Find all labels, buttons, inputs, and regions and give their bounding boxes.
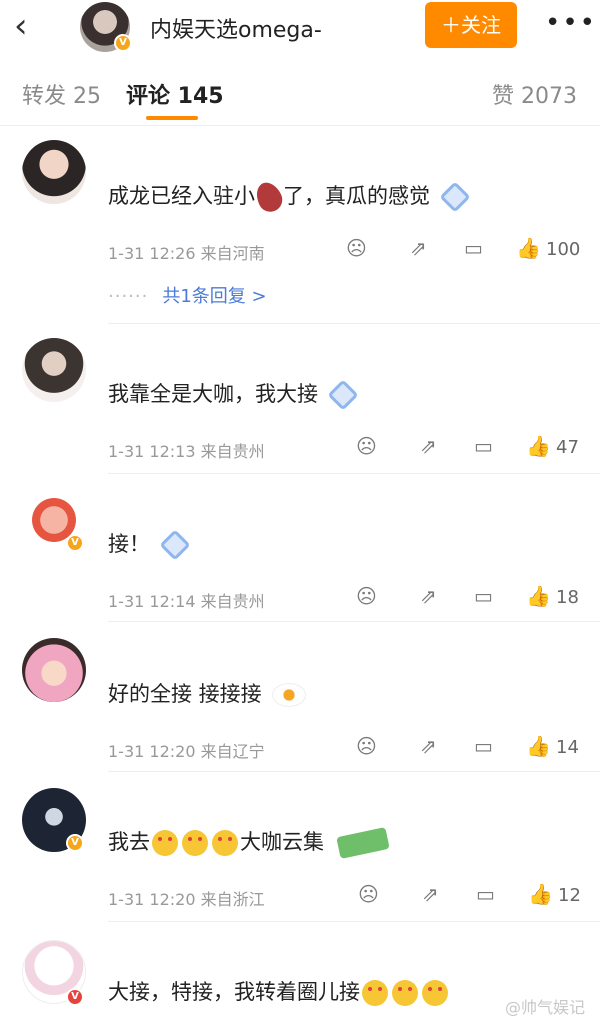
verified-badge-icon: V: [66, 534, 84, 552]
comment-item: V 我去 大咖云集 1-31 12:20 来自浙江 ☹ ⇗ ▭ 👍 12: [0, 772, 600, 922]
comment-text: 接！: [108, 528, 191, 561]
comment-item: 我靠全是大咖，我大接 1-31 12:13 来自贵州 ☹ ⇗ ▭ 👍 47: [0, 324, 600, 474]
watermark: @帅气娱记: [505, 998, 586, 1017]
comment-text: 我靠全是大咖，我大接: [108, 378, 359, 411]
enfj-sticker-icon: [336, 827, 390, 859]
tab-bar: 转发 25 评论 145 赞 2073: [0, 62, 600, 126]
reply-icon[interactable]: ▭: [464, 236, 483, 260]
laughing-emoji-icon: [362, 980, 388, 1006]
verified-badge-icon: V: [66, 834, 84, 852]
reply-icon[interactable]: ▭: [474, 584, 493, 608]
comment-text: 大接，特接，我转着圈儿接: [108, 976, 450, 1006]
like-count: 100: [546, 239, 581, 260]
share-icon[interactable]: ⇗: [420, 434, 437, 458]
verified-badge-icon: V: [114, 34, 132, 52]
dislike-face-icon[interactable]: ☹: [356, 434, 377, 458]
comment-meta: 1-31 12:26 来自河南: [108, 244, 265, 263]
reply-icon[interactable]: ▭: [474, 434, 493, 458]
comment-meta: 1-31 12:20 来自辽宁: [108, 742, 265, 761]
comment-meta: 1-31 12:14 来自贵州: [108, 592, 265, 611]
like-thumb-icon[interactable]: 👍: [526, 584, 551, 608]
view-replies-link[interactable]: ······ 共1条回复 >: [108, 282, 267, 308]
share-icon[interactable]: ⇗: [420, 584, 437, 608]
diamond-sticker-icon: [439, 181, 471, 213]
avatar[interactable]: [22, 638, 86, 702]
comment-meta: 1-31 12:13 来自贵州: [108, 442, 265, 461]
dislike-face-icon[interactable]: ☹: [346, 236, 367, 260]
dislike-face-icon[interactable]: ☹: [356, 734, 377, 758]
like-thumb-icon[interactable]: 👍: [526, 434, 551, 458]
avatar[interactable]: [22, 140, 86, 204]
dots-icon: ······: [108, 286, 149, 307]
tab-comments[interactable]: 评论 145: [126, 78, 224, 110]
like-thumb-icon[interactable]: 👍: [528, 882, 553, 906]
dislike-face-icon[interactable]: ☹: [358, 882, 379, 906]
fried-egg-icon: [271, 683, 306, 707]
like-thumb-icon[interactable]: 👍: [516, 236, 541, 260]
comment-item: 好的全接 接接接 1-31 12:20 来自辽宁 ☹ ⇗ ▭ 👍 14: [0, 622, 600, 772]
top-bar: ‹ V 内娱天选omega- ＋关注 •••: [0, 0, 600, 56]
sweet-potato-icon: [251, 178, 287, 216]
reply-icon[interactable]: ▭: [476, 882, 495, 906]
heart-eyes-emoji-icon: [182, 830, 208, 856]
like-count: 12: [558, 885, 581, 906]
tab-likes[interactable]: 赞 2073: [492, 78, 577, 110]
share-icon[interactable]: ⇗: [410, 236, 427, 260]
user-name[interactable]: 内娱天选omega-: [150, 12, 322, 44]
follow-button[interactable]: ＋关注: [425, 2, 517, 48]
tab-reposts[interactable]: 转发 25: [22, 78, 101, 110]
comment-item: 成龙已经入驻小 了，真瓜的感觉 1-31 12:26 来自河南 ☹ ⇗ ▭ 👍 1…: [0, 128, 600, 324]
heart-eyes-emoji-icon: [152, 830, 178, 856]
comment-text: 好的全接 接接接: [108, 678, 306, 708]
avatar[interactable]: [22, 338, 86, 402]
active-tab-indicator: [146, 116, 198, 120]
comment-text: 成龙已经入驻小 了，真瓜的感觉: [108, 178, 471, 216]
like-thumb-icon[interactable]: 👍: [526, 734, 551, 758]
laughing-emoji-icon: [422, 980, 448, 1006]
diamond-sticker-icon: [327, 379, 359, 411]
dislike-face-icon[interactable]: ☹: [356, 584, 377, 608]
back-chevron-icon[interactable]: ‹: [14, 6, 48, 46]
diamond-sticker-icon: [159, 529, 191, 561]
reply-icon[interactable]: ▭: [474, 734, 493, 758]
like-count: 14: [556, 737, 579, 758]
comment-meta: 1-31 12:20 来自浙江: [108, 890, 265, 909]
like-count: 18: [556, 587, 579, 608]
comment-text: 我去 大咖云集: [108, 826, 390, 859]
share-icon[interactable]: ⇗: [420, 734, 437, 758]
laughing-emoji-icon: [392, 980, 418, 1006]
heart-eyes-emoji-icon: [212, 830, 238, 856]
comment-item: V 接！ 1-31 12:14 来自贵州 ☹ ⇗ ▭ 👍 18: [0, 474, 600, 622]
share-icon[interactable]: ⇗: [422, 882, 439, 906]
more-dots-icon[interactable]: •••: [545, 8, 597, 38]
like-count: 47: [556, 437, 579, 458]
verified-badge-icon: V: [66, 988, 84, 1006]
